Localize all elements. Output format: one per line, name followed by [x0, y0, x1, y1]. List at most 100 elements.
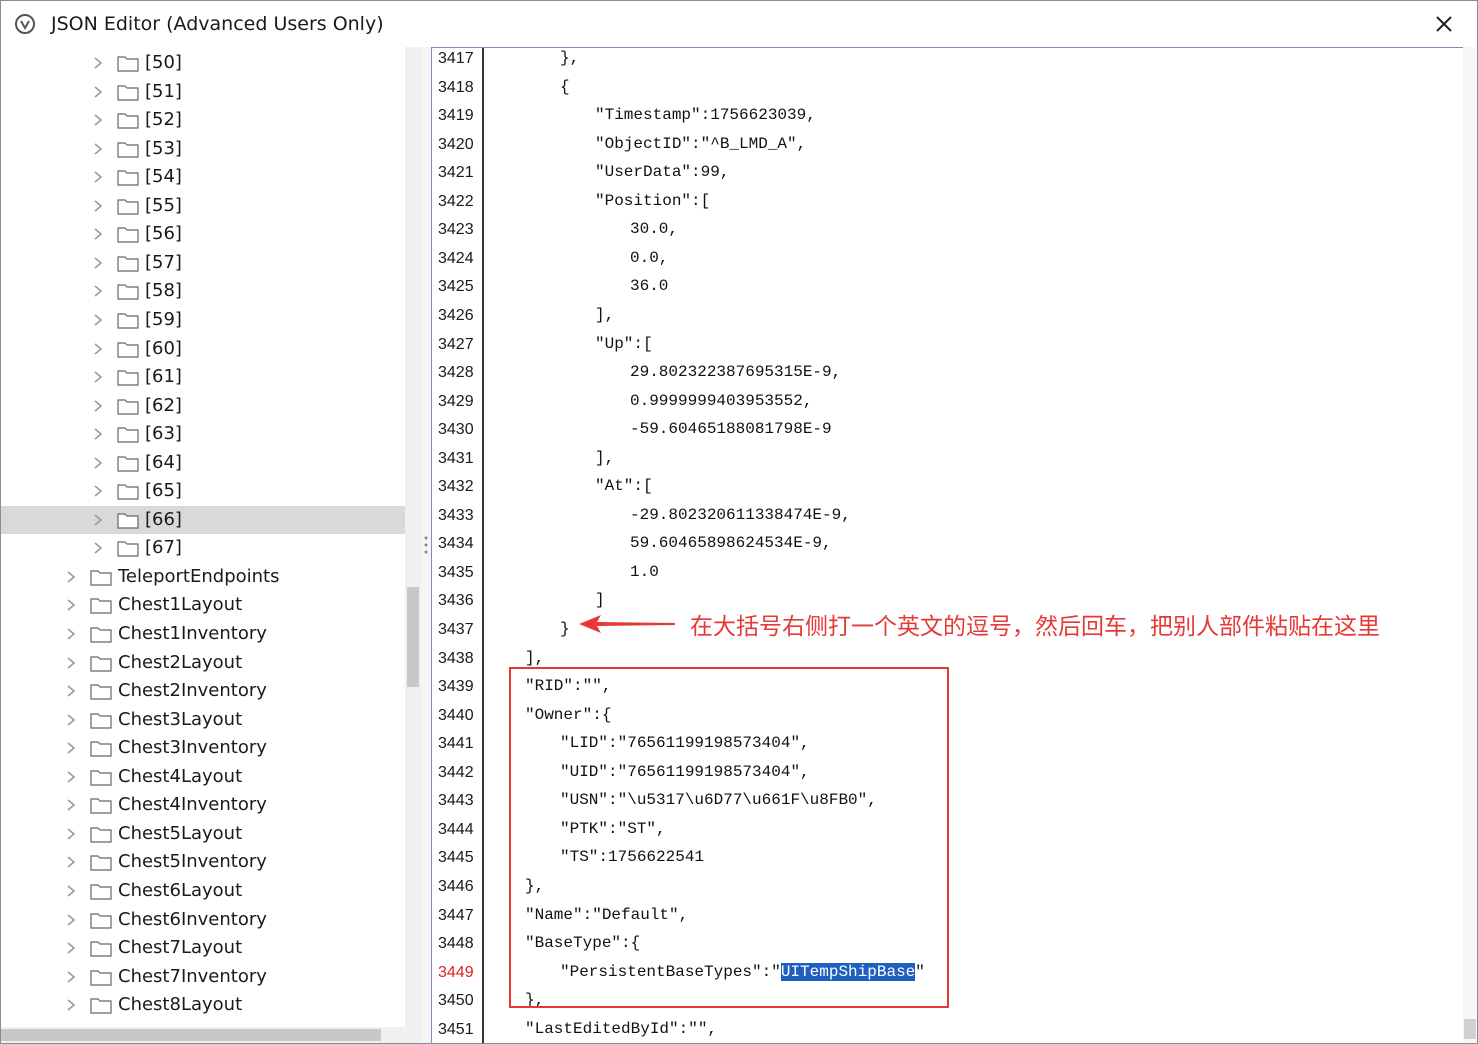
scrollbar-thumb[interactable] [1464, 1019, 1476, 1039]
chevron-right-icon[interactable] [91, 255, 105, 271]
tree-node[interactable]: [58] [1, 277, 405, 305]
chevron-right-icon[interactable] [64, 597, 78, 613]
code-line[interactable]: "TS":1756622541 [560, 848, 704, 866]
chevron-right-icon[interactable] [91, 341, 105, 357]
chevron-right-icon[interactable] [64, 655, 78, 671]
chevron-right-icon[interactable] [91, 226, 105, 242]
code-line[interactable]: "ObjectID":"^B_LMD_A", [595, 135, 806, 153]
code-line[interactable]: ] [595, 591, 605, 609]
chevron-right-icon[interactable] [91, 483, 105, 499]
code-line[interactable]: "PersistentBaseTypes":"UITempShipBase" [560, 962, 925, 981]
chevron-right-icon[interactable] [64, 883, 78, 899]
code-line[interactable]: "BaseType":{ [525, 934, 640, 952]
code-line[interactable]: }, [560, 49, 579, 67]
code-line[interactable]: "Name":"Default", [525, 906, 688, 924]
tree-vertical-scrollbar[interactable] [405, 47, 421, 1027]
chevron-right-icon[interactable] [91, 141, 105, 157]
chevron-right-icon[interactable] [64, 826, 78, 842]
code-line[interactable]: "UserData":99, [595, 163, 729, 181]
code-line[interactable]: 29.802322387695315E-9, [630, 363, 841, 381]
tree-horizontal-scrollbar[interactable] [1, 1027, 421, 1043]
tree-node[interactable]: Chest1Layout [1, 591, 405, 619]
tree-node[interactable]: TeleportEndpoints [1, 563, 405, 591]
chevron-right-icon[interactable] [91, 283, 105, 299]
tree-node[interactable]: [55] [1, 192, 405, 220]
scrollbar-thumb[interactable] [1, 1029, 381, 1041]
chevron-right-icon[interactable] [64, 997, 78, 1013]
tree-node[interactable]: [61] [1, 363, 405, 391]
tree-node[interactable]: [65] [1, 477, 405, 505]
tree-node[interactable]: Chest6Inventory [1, 906, 405, 934]
tree-node[interactable]: Chest5Inventory [1, 848, 405, 876]
code-line[interactable]: "Timestamp":1756623039, [595, 106, 816, 124]
chevron-right-icon[interactable] [64, 797, 78, 813]
chevron-right-icon[interactable] [91, 455, 105, 471]
code-text-area[interactable]: }, { "Timestamp":1756623039, "ObjectID":"^B… [432, 48, 1464, 1043]
code-line[interactable]: 0.9999999403953552, [630, 392, 812, 410]
code-line[interactable]: "PTK":"ST", [560, 820, 666, 838]
chevron-right-icon[interactable] [91, 84, 105, 100]
tree-node[interactable]: [62] [1, 392, 405, 420]
chevron-right-icon[interactable] [91, 198, 105, 214]
tree-node[interactable]: Chest3Layout [1, 706, 405, 734]
code-line[interactable]: 36.0 [630, 277, 668, 295]
chevron-right-icon[interactable] [91, 426, 105, 442]
code-line[interactable]: "Up":[ [595, 335, 653, 353]
code-line[interactable]: }, [525, 991, 544, 1009]
tree-node[interactable]: Chest4Layout [1, 763, 405, 791]
tree-node[interactable]: [51] [1, 78, 405, 106]
chevron-right-icon[interactable] [91, 540, 105, 556]
tree-node[interactable]: Chest6Layout [1, 877, 405, 905]
tree-node[interactable]: Chest7Layout [1, 934, 405, 962]
code-line[interactable]: "At":[ [595, 477, 653, 495]
code-line[interactable]: -59.60465188081798E-9 [630, 420, 832, 438]
code-line[interactable]: }, [525, 877, 544, 895]
code-line[interactable]: ], [595, 449, 614, 467]
tree-node[interactable]: [54] [1, 163, 405, 191]
code-line[interactable]: } [560, 620, 570, 638]
scrollbar-thumb[interactable] [407, 587, 419, 687]
chevron-right-icon[interactable] [64, 712, 78, 728]
tree-node[interactable]: [67] [1, 534, 405, 562]
chevron-right-icon[interactable] [64, 969, 78, 985]
code-line[interactable]: "USN":"\u5317\u6D77\u661F\u8FB0", [560, 791, 877, 809]
chevron-right-icon[interactable] [64, 626, 78, 642]
tree-node[interactable]: Chest3Inventory [1, 734, 405, 762]
code-line[interactable]: "UID":"76561199198573404", [560, 763, 810, 781]
tree-node[interactable]: Chest2Inventory [1, 677, 405, 705]
code-line[interactable]: "LID":"76561199198573404", [560, 734, 810, 752]
tree-node[interactable]: [52] [1, 106, 405, 134]
chevron-right-icon[interactable] [64, 854, 78, 870]
chevron-right-icon[interactable] [91, 312, 105, 328]
chevron-right-icon[interactable] [91, 398, 105, 414]
code-line[interactable]: 59.60465898624534E-9, [630, 534, 832, 552]
code-line[interactable]: -29.802320611338474E-9, [630, 506, 851, 524]
close-button[interactable] [1425, 7, 1463, 41]
selected-text[interactable]: UITempShipBase [780, 962, 916, 981]
chevron-right-icon[interactable] [64, 769, 78, 785]
chevron-right-icon[interactable] [64, 912, 78, 928]
chevron-right-icon[interactable] [91, 369, 105, 385]
panel-splitter[interactable] [421, 47, 431, 1043]
chevron-right-icon[interactable] [91, 112, 105, 128]
chevron-right-icon[interactable] [91, 169, 105, 185]
code-line[interactable]: "Position":[ [595, 192, 710, 210]
tree-node[interactable]: [56] [1, 220, 405, 248]
tree-node[interactable]: [60] [1, 335, 405, 363]
code-line[interactable]: ], [595, 306, 614, 324]
code-line[interactable]: "LastEditedById":"", [525, 1020, 717, 1038]
tree-node[interactable]: [64] [1, 449, 405, 477]
tree-node[interactable]: [63] [1, 420, 405, 448]
tree-node[interactable]: [50] [1, 49, 405, 77]
code-line[interactable]: 0.0, [630, 249, 668, 267]
chevron-right-icon[interactable] [64, 569, 78, 585]
code-line[interactable]: "Owner":{ [525, 706, 611, 724]
tree-node[interactable]: Chest1Inventory [1, 620, 405, 648]
chevron-right-icon[interactable] [64, 740, 78, 756]
chevron-right-icon[interactable] [64, 940, 78, 956]
tree-node[interactable]: Chest4Inventory [1, 791, 405, 819]
code-line[interactable]: { [560, 78, 570, 96]
code-editor[interactable]: 3417 3418 3419 3420 3421 3422 3423 3424 3425 3426… [431, 47, 1464, 1043]
tree-node[interactable]: [57] [1, 249, 405, 277]
tree-node[interactable]: [66] [1, 505, 405, 534]
